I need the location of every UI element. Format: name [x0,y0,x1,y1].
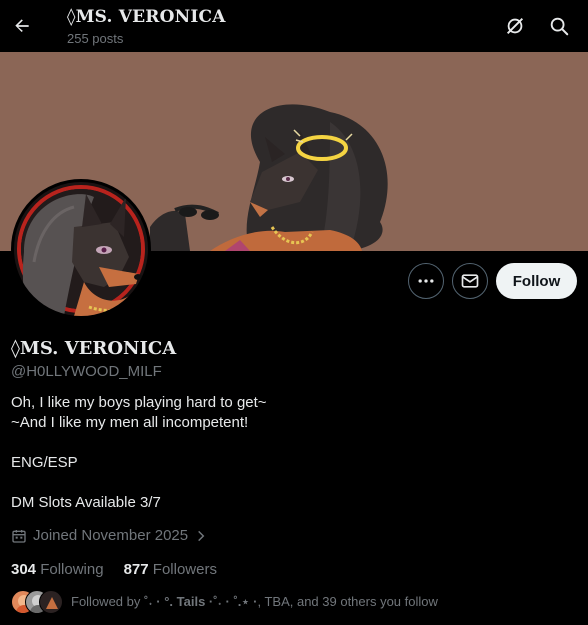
followers-label: Followers [152,561,217,578]
message-button[interactable] [452,263,488,299]
display-name: ◊MS. VERONICA [11,338,177,359]
bio-line: ~And I like my men all incompetent! [11,414,249,431]
top-bar: ◊MS. VERONICA 255 posts [0,0,588,52]
search-button[interactable] [545,12,573,40]
back-button[interactable] [8,8,36,44]
search-icon [550,17,569,36]
joined-text: Joined November 2025 [33,527,189,544]
followed-by-avatars [11,590,63,614]
followed-by-row[interactable]: Followed by ˚˖ · °. Tails ·˚˖ · ˚.⋆ ·, T… [11,590,438,614]
followers-link[interactable]: 877 Followers [124,561,217,578]
avatar-image [14,182,148,316]
followers-count: 877 [123,561,149,578]
following-link[interactable]: 304 Following [11,561,104,578]
more-icon [418,279,434,283]
follow-stats: 304 Following 877 Followers [11,561,217,578]
header-title: ◊MS. VERONICA [67,7,226,27]
avatar[interactable] [11,179,151,319]
bio-line [11,433,267,453]
follow-button[interactable]: Follow [496,263,577,299]
grok-button[interactable] [501,12,529,40]
more-button[interactable] [408,263,444,299]
following-count: 304 [11,561,37,578]
chevron-right-icon [198,530,205,541]
handle: @H0LLYWOOD_MILF [11,363,162,380]
posts-count: 255 posts [67,31,124,46]
bio-line: Oh, I like my boys playing hard to get~ [11,394,267,411]
followed-by-text: Followed by ˚˖ · °. Tails ·˚˖ · ˚.⋆ ·, T… [71,594,438,610]
calendar-icon [12,529,26,543]
envelope-icon [461,274,479,288]
bio-line [11,473,267,493]
mini-avatar [39,590,63,614]
bio-line: DM Slots Available 3/7 [11,494,161,511]
bio-line: ENG/ESP [11,454,78,471]
grok-icon [506,17,524,35]
arrow-left-icon [15,19,29,32]
header-title-block: ◊MS. VERONICA 255 posts [67,6,226,48]
followed-by-suffix: , TBA, and 39 others you follow [257,594,438,609]
following-label: Following [40,561,104,578]
followed-by-name: ˚˖ · °. Tails ·˚˖ · ˚.⋆ · [144,594,258,609]
followed-by-prefix: Followed by [71,594,141,609]
joined-date-link[interactable]: Joined November 2025 [11,527,208,544]
bio: Oh, I like my boys playing hard to get~ … [11,393,267,513]
